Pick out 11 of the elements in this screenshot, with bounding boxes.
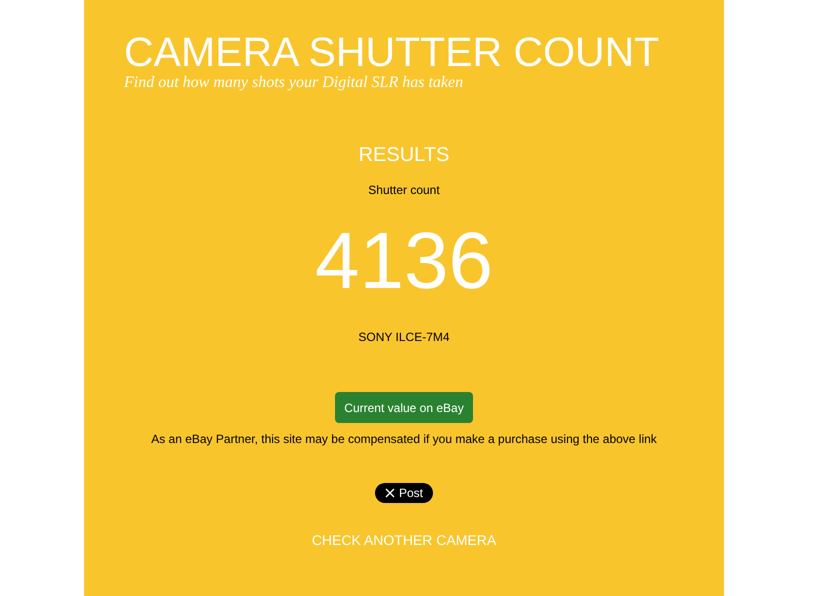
post-button[interactable]: Post (374, 483, 433, 503)
shutter-count-label: Shutter count (368, 183, 440, 197)
camera-model: SONY ILCE-7M4 (358, 330, 450, 344)
site-subtitle: Find out how many shots your Digital SLR has taken (124, 74, 464, 92)
shutter-count-value: 4136 (315, 221, 493, 301)
ebay-value-button[interactable]: Current value on eBay (335, 392, 473, 423)
site-title: CAMERA SHUTTER COUNT (124, 30, 660, 74)
results-heading: RESULTS (358, 143, 450, 167)
post-label: Post (398, 485, 423, 502)
partner-disclaimer: As an eBay Partner, this site may be compensated if you make a purchase using the above link (151, 432, 657, 446)
x-logo-icon (384, 488, 395, 498)
